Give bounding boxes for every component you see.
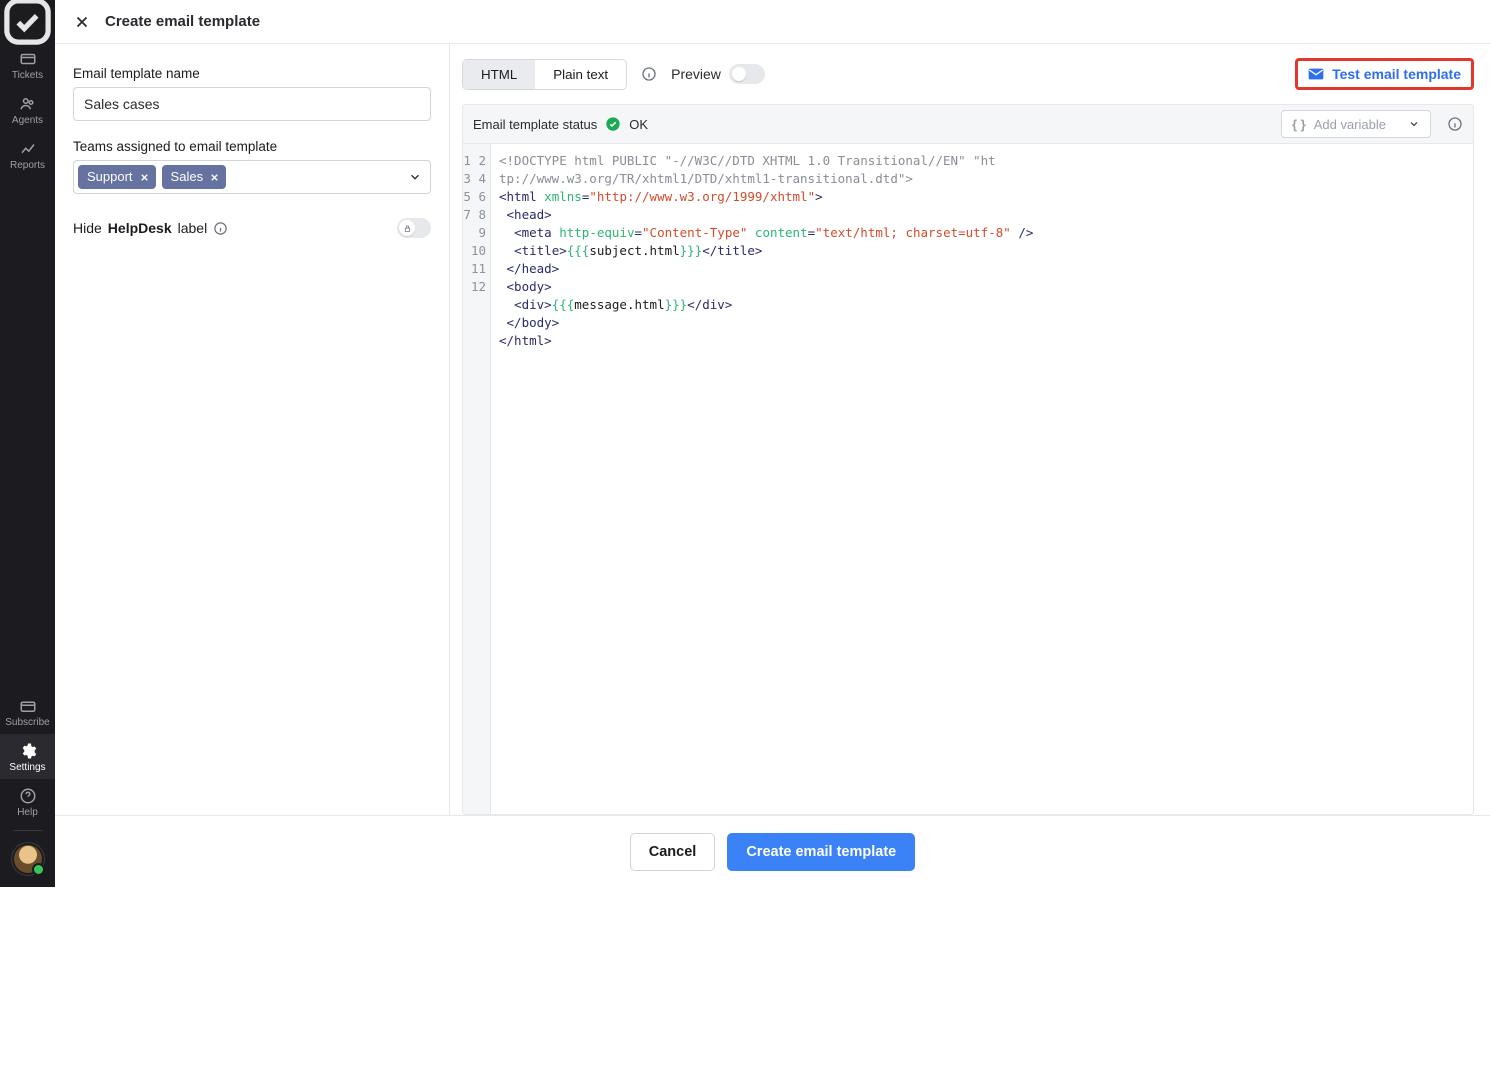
team-chip: Sales (162, 165, 227, 189)
info-icon[interactable] (1447, 116, 1463, 132)
hide-label-pre: Hide (73, 220, 102, 236)
code-area[interactable]: <!DOCTYPE html PUBLIC "-//W3C//DTD XHTML… (491, 144, 1473, 814)
mail-icon (1308, 67, 1324, 81)
rail-settings[interactable]: Settings (0, 734, 55, 779)
chip-remove-icon[interactable] (139, 172, 150, 183)
test-email-template-label: Test email template (1332, 66, 1461, 82)
page-header: Create email template (55, 0, 1490, 44)
rail-reports-label: Reports (10, 160, 45, 171)
add-variable-dropdown[interactable]: { } Add variable (1281, 110, 1431, 138)
rail-subscribe-label: Subscribe (5, 717, 49, 728)
template-name-input[interactable] (73, 87, 431, 121)
rail-help[interactable]: Help (0, 779, 55, 824)
rail-tickets-label: Tickets (12, 70, 43, 81)
add-variable-placeholder: Add variable (1314, 117, 1386, 132)
name-label: Email template name (73, 66, 431, 81)
app-logo-icon (0, 0, 55, 42)
close-icon[interactable] (73, 13, 91, 31)
page-title: Create email template (105, 13, 260, 30)
team-chip-label: Sales (171, 168, 204, 186)
chevron-down-icon (408, 170, 422, 184)
chip-remove-icon[interactable] (209, 172, 220, 183)
preview-label: Preview (671, 66, 721, 82)
info-icon[interactable] (641, 66, 657, 82)
status-value: OK (629, 117, 648, 132)
create-template-button[interactable]: Create email template (727, 833, 915, 871)
chevron-down-icon (1408, 118, 1420, 130)
rail-tickets[interactable]: Tickets (0, 42, 55, 87)
left-rail: Tickets Agents Reports Subscribe Setting… (0, 0, 55, 887)
preview-toggle[interactable] (729, 64, 765, 84)
teams-label: Teams assigned to email template (73, 139, 431, 154)
rail-reports[interactable]: Reports (0, 132, 55, 177)
form-column: Email template name Teams assigned to em… (55, 44, 450, 815)
hide-label-bold: HelpDesk (108, 220, 172, 236)
teams-multiselect[interactable]: Support Sales (73, 160, 431, 194)
gutter: 1 2 3 4 5 6 7 8 9 10 11 12 (463, 144, 491, 814)
rail-subscribe[interactable]: Subscribe (0, 689, 55, 734)
rail-agents-label: Agents (12, 115, 43, 126)
tab-plain-text[interactable]: Plain text (535, 60, 626, 89)
rail-help-label: Help (17, 807, 38, 818)
lock-icon (403, 224, 412, 233)
tab-html[interactable]: HTML (463, 60, 535, 89)
code-editor[interactable]: 1 2 3 4 5 6 7 8 9 10 11 12 <!DOCTYPE htm… (462, 144, 1474, 815)
team-chip: Support (78, 165, 156, 189)
test-email-template-button[interactable]: Test email template (1295, 58, 1474, 90)
hide-label-post: label (178, 220, 208, 236)
info-icon[interactable] (213, 221, 228, 236)
rail-divider (14, 830, 42, 831)
braces-icon: { } (1292, 117, 1306, 132)
editor-status-bar: Email template status OK { } Add variabl… (462, 104, 1474, 144)
rail-agents[interactable]: Agents (0, 87, 55, 132)
team-chip-label: Support (87, 168, 133, 186)
cancel-button[interactable]: Cancel (630, 833, 716, 871)
status-ok-icon (605, 116, 621, 132)
status-label: Email template status (473, 117, 597, 132)
format-segment: HTML Plain text (462, 59, 627, 90)
user-avatar[interactable] (14, 845, 42, 873)
rail-settings-label: Settings (9, 762, 45, 773)
hide-label-toggle[interactable] (397, 218, 431, 238)
footer-bar: Cancel Create email template (55, 815, 1490, 887)
editor-column: HTML Plain text Preview Test email templ… (450, 44, 1490, 815)
